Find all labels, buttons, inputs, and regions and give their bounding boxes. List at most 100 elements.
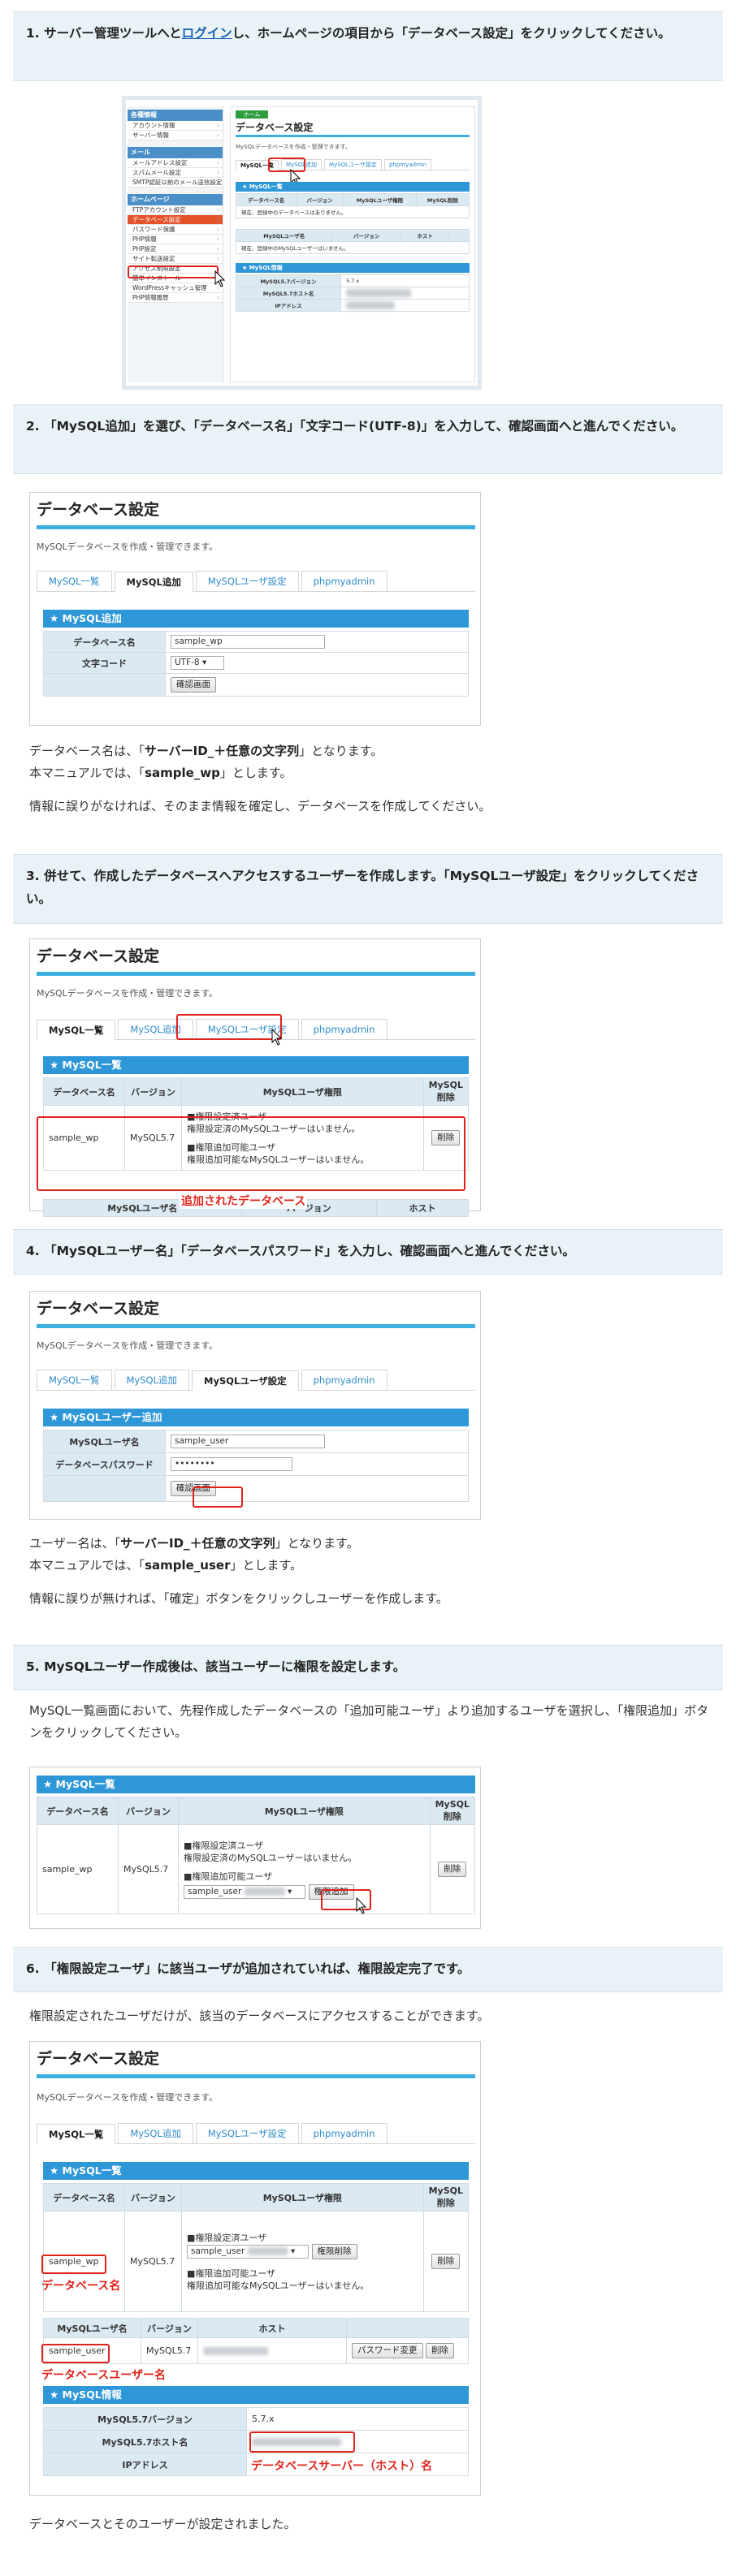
sidebar-item[interactable]: PHP設定 (128, 244, 223, 254)
tab-phpmyadmin[interactable]: phpmyadmin (301, 2123, 387, 2143)
remove-permission-button[interactable]: 権限削除 (311, 2243, 357, 2259)
tab-phpmyadmin[interactable]: phpmyadmin (301, 1019, 387, 1039)
mysql-list-table: データベース名 バージョン MySQLユーザ権限 MySQL削除 sample_wp M… (37, 1797, 476, 1914)
title-underline (37, 2074, 475, 2078)
step5-heading: 5. MySQLユーザー作成後は、該当ユーザーに権限を設定します。 (13, 1645, 723, 1690)
tab-phpmyadmin[interactable]: phpmyadmin (301, 1370, 387, 1390)
mysql-user-table: MySQLユーザ名 バージョン ホスト 現在、登録中のMySQLユーザーはいません。 (236, 229, 470, 254)
step1-heading: 1. サーバー管理ツールへとログインし、ホームページの項目から「データベース設定… (13, 11, 723, 81)
step3-heading: 3. 併せて、作成したデータベースへアクセスするユーザーを作成します。「MySQ… (13, 854, 723, 924)
box-mysql-user-add: ★ MySQLユーザー追加 (43, 1409, 469, 1426)
highlight-added-db (37, 1116, 465, 1191)
col-perm: MySQLユーザ権限 (181, 1077, 424, 1106)
delete-user-button[interactable]: 削除 (426, 2343, 454, 2358)
sidebar-item[interactable]: FTPアカウント設定 (128, 205, 223, 215)
box-mysql-info: ★ MySQL情報 (236, 263, 470, 273)
mysql-add-form: データベース名 sample_wp 文字コード UTF-8 ▾ 確認画面 (43, 631, 469, 697)
page-title: データベース設定 (37, 1300, 160, 1318)
manual-page: 1. サーバー管理ツールへとログインし、ホームページの項目から「データベース設定… (0, 0, 736, 2576)
user-select[interactable]: sample_user ▾ (184, 1884, 305, 1899)
sidebar-item[interactable]: アカウント情報 (128, 121, 223, 131)
tab-bar: MySQL一覧 MySQL追加 MySQLユーザ設定 phpmyadmin (37, 1370, 475, 1391)
title-underline (37, 972, 475, 976)
page-title: データベース設定 (236, 122, 314, 133)
col-user: MySQLユーザ名 (236, 229, 333, 242)
page-desc: MySQLデータベースを作成・管理できます。 (37, 2092, 219, 2103)
sidebar-item[interactable]: サイト転送設定 (128, 254, 223, 264)
step5-description: MySQL一覧画面において、先程作成したデータベースの「追加可能ユーザ」より追加… (29, 1703, 709, 1740)
annotation-host: データベースサーバー（ホスト）名 (251, 2460, 433, 2473)
tab-mysql-list[interactable]: MySQL一覧 (37, 1020, 116, 1040)
tab-mysql-add[interactable]: MySQL追加 (118, 2123, 193, 2143)
annotation-db-name: データベース名 (41, 2280, 121, 2293)
sidebar-item[interactable]: サーバー情報 (128, 131, 223, 140)
page-title: データベース設定 (37, 947, 160, 965)
page-desc: MySQLデータベースを作成・管理できます。 (37, 988, 219, 999)
admin-sidebar: 各種情報 アカウント情報 サーバー情報 メール メールアドレス設定 スパムメール… (128, 106, 223, 382)
step4-heading: 4. 「MySQLユーザー名」「データベースパスワード」を入力し、確認画面へと進… (13, 1229, 723, 1275)
mysql-info-table: MySQL5.7バージョン 5.7.x MySQL5.7ホスト名 IPアドレス (235, 274, 470, 312)
sidebar-item[interactable]: メールアドレス設定 (128, 158, 223, 168)
highlight-confirm-button (193, 1486, 243, 1508)
step2-screenshot: データベース設定 MySQLデータベースを作成・管理できます。 MySQL一覧 … (29, 492, 481, 726)
tab-mysql-add[interactable]: MySQL追加 (114, 1370, 189, 1390)
sidebar-cat-homepage[interactable]: ホームページ (128, 194, 223, 205)
step6-screenshot: データベース設定 MySQLデータベースを作成・管理できます。 MySQL一覧 … (29, 2041, 481, 2496)
step4-screenshot: データベース設定 MySQLデータベースを作成・管理できます。 MySQL一覧 … (29, 1291, 481, 1520)
tab-mysql-add[interactable]: MySQL追加 (114, 572, 193, 592)
tab-mysql-list[interactable]: MySQL一覧 (37, 571, 112, 591)
tab-phpmyadmin[interactable]: phpmyadmin (301, 571, 387, 591)
sidebar-item[interactable]: スパムメール設定 (128, 168, 223, 178)
sidebar-item[interactable]: PHP情報 (128, 235, 223, 244)
page-desc: MySQLデータベースを作成・管理できます。 (37, 542, 219, 552)
charset-select[interactable]: UTF-8 ▾ (171, 656, 224, 670)
step4-description: ユーザー名は、「サーバーID_＋任意の文字列」となります。 本マニュアルでは、「… (29, 1533, 712, 1610)
box-mysql-add: ★ MySQL追加 (43, 610, 469, 628)
page-desc: MySQLデータベースを作成・管理できます。 (236, 144, 351, 150)
col-del: MySQL削除 (415, 193, 470, 206)
step2-heading: 2. 「MySQL追加」を選び、「データベース名」「文字コード(UTF-8)」を… (13, 404, 723, 474)
sidebar-item-database-settings[interactable]: データベース設定 (128, 215, 223, 225)
col-perm: MySQLユーザ権限 (343, 193, 417, 206)
tab-bar: MySQL一覧 MySQL追加 MySQLユーザ設定 phpmyadmin (37, 2123, 475, 2144)
password-change-button[interactable]: パスワード変更 (352, 2343, 423, 2358)
tab-phpmyadmin[interactable]: phpmyadmin (383, 159, 432, 170)
box-mysql-info: ★ MySQL情報 (43, 2386, 469, 2404)
tab-mysql-list[interactable]: MySQL一覧 (37, 2124, 116, 2144)
tab-mysql-user[interactable]: MySQLユーザ設定 (192, 1370, 299, 1391)
tab-mysql-user[interactable]: MySQLユーザ設定 (195, 571, 299, 591)
tab-mysql-user[interactable]: MySQLユーザ設定 (324, 159, 382, 170)
sidebar-cat-mail[interactable]: メール (128, 147, 223, 158)
password-input[interactable]: •••••••• (171, 1457, 292, 1471)
charset-value: UTF-8 (175, 658, 200, 667)
highlight-mysql-user-tab (176, 1014, 282, 1040)
step2-note: 情報に誤りがなければ、そのまま情報を確定し、データベースを作成してください。 (29, 799, 491, 813)
sidebar-item[interactable]: SMTP認証以前のメール送信設定 (128, 178, 223, 188)
home-button[interactable]: ホーム (236, 110, 268, 119)
dbname-input[interactable]: sample_wp (171, 635, 325, 649)
page-desc: MySQLデータベースを作成・管理できます。 (37, 1340, 219, 1351)
delete-button[interactable]: 削除 (438, 1862, 467, 1877)
emphasis-text: サーバーID_＋任意の文字列 (120, 1536, 275, 1551)
col-ver: バージョン (124, 1077, 182, 1106)
sidebar-item[interactable]: PHP情報履歴 (128, 293, 223, 303)
login-link[interactable]: ログイン (182, 26, 232, 41)
step6-heading: 6. 「権限設定ユーザ」に該当ユーザが追加されていれば、権限設定完了です。 (13, 1947, 723, 1992)
box-mysql-list: ★ MySQL一覧 (43, 1056, 469, 1074)
tab-bar: MySQL一覧 MySQL追加 MySQLユーザ設定 phpmyadmin (37, 571, 475, 592)
empty-row: 現在、登録中のMySQLユーザーはいません。 (236, 241, 470, 254)
user-select[interactable]: sample_user ▾ (187, 2244, 309, 2259)
annotation-added-db: 追加されたデータベース (180, 1193, 308, 1209)
username-input[interactable]: sample_user (171, 1435, 325, 1448)
page-title: データベース設定 (37, 2050, 160, 2068)
sidebar-item[interactable]: WordPressキャッシュ管理 (128, 283, 223, 293)
highlight-host (249, 2431, 355, 2453)
emphasis-text: サーバーID_＋任意の文字列 (144, 744, 300, 758)
sidebar-item[interactable]: パスワード保護 (128, 225, 223, 235)
tab-mysql-list[interactable]: MySQL一覧 (37, 1370, 112, 1390)
tab-mysql-user[interactable]: MySQLユーザ設定 (195, 2123, 299, 2143)
col-del: MySQL削除 (422, 1077, 470, 1106)
delete-button[interactable]: 削除 (431, 2254, 461, 2269)
sidebar-cat-info[interactable]: 各種情報 (128, 110, 223, 121)
confirm-button[interactable]: 確認画面 (171, 677, 216, 693)
